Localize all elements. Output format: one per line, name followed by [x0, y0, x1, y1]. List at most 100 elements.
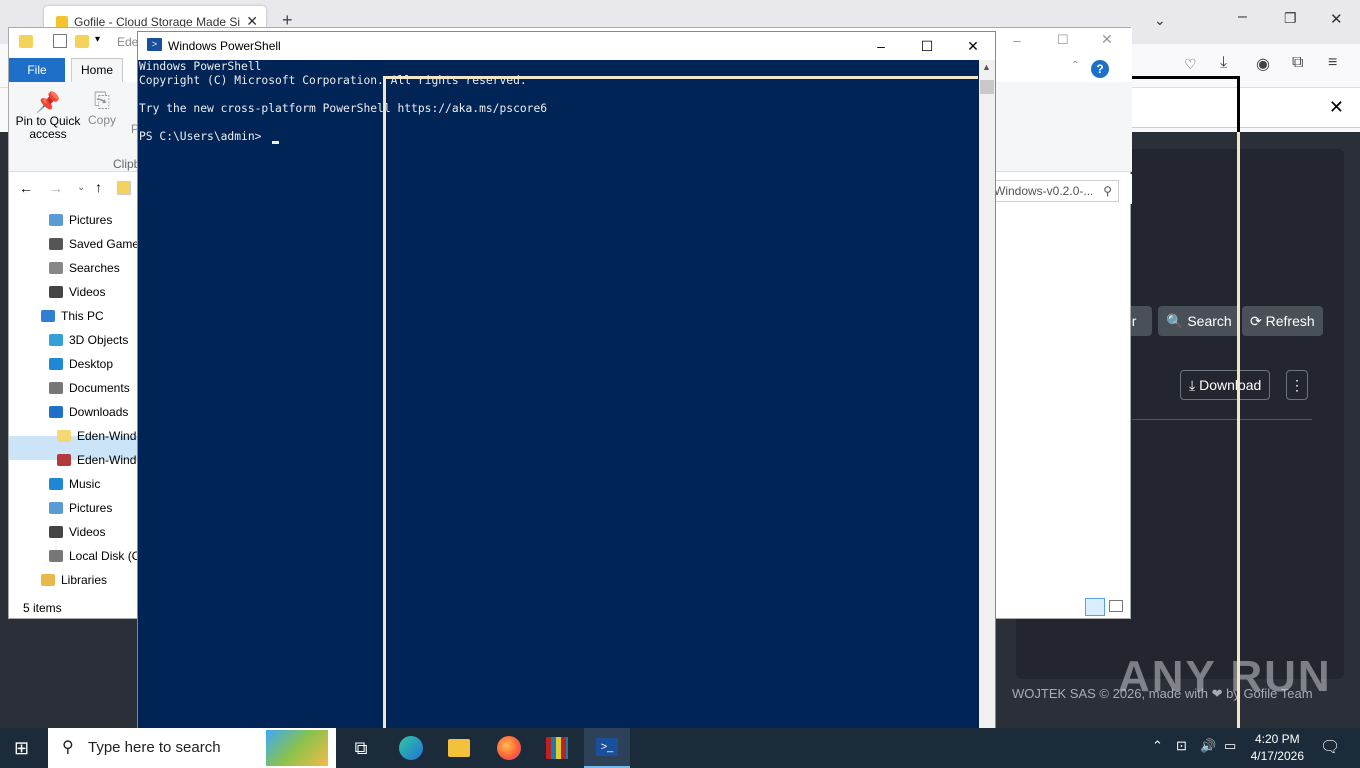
more-options-icon[interactable]: ⋮ [1286, 370, 1308, 400]
details-view-icon[interactable] [1085, 598, 1105, 616]
powershell-titlebar[interactable]: > Windows PowerShell – ☐ ✕ [138, 32, 995, 60]
scroll-thumb[interactable] [980, 80, 994, 94]
windows-start-icon[interactable]: ⊞ [14, 738, 29, 759]
download-button[interactable]: ⤓ Download [1180, 370, 1271, 400]
tree-item[interactable]: Searches [49, 256, 120, 280]
task-view-icon[interactable]: ⧉ [338, 728, 384, 768]
console-scrollbar[interactable]: ▲ ▼ [979, 60, 995, 748]
tree-item[interactable]: Videos [49, 520, 105, 544]
close-browser-icon[interactable]: ✕ [1330, 10, 1343, 28]
tree-item-icon [49, 526, 63, 538]
back-icon[interactable]: ← [19, 180, 33, 196]
tree-item-label: Pictures [69, 213, 113, 227]
tree-item[interactable]: Documents [49, 376, 130, 400]
tree-item[interactable]: Libraries [41, 568, 107, 592]
notifications-icon[interactable]: 🗨 [1320, 737, 1340, 757]
console-cursor [272, 141, 279, 144]
tree-item-label: Videos [69, 285, 106, 299]
copy-icon: ⎘ [94, 90, 110, 112]
tab-file[interactable]: File [9, 58, 65, 82]
tree-item[interactable]: Pictures [49, 496, 112, 520]
scroll-up-icon[interactable]: ▲ [982, 62, 991, 72]
quick-access-dropdown-icon[interactable]: ▾ [95, 34, 100, 45]
restore-icon[interactable]: ❐ [1284, 10, 1297, 27]
tree-item-icon [49, 238, 63, 250]
tray-chevron-icon[interactable]: ⌃ [1152, 738, 1163, 754]
volume-icon[interactable]: 🔊 [1200, 738, 1216, 754]
tree-item[interactable]: 3D Objects [49, 328, 128, 352]
help-icon[interactable]: ? [1091, 60, 1109, 78]
tab-home[interactable]: Home [71, 58, 123, 82]
pocket-icon[interactable]: ♡ [1184, 56, 1197, 73]
minimize-icon[interactable]: – [1238, 8, 1247, 26]
extensions-icon[interactable]: ⧉ [1292, 54, 1303, 72]
tree-item-label: Libraries [61, 573, 108, 587]
tree-item[interactable]: Eden-Windo [57, 424, 139, 448]
navigation-pane: Pictures Saved Games Searches Videos This PC… [9, 208, 139, 604]
menu-icon[interactable]: ≡ [1328, 54, 1337, 72]
highlight-frame-left-beige [383, 76, 386, 768]
tree-item-icon [57, 430, 71, 442]
ribbon-collapse-icon[interactable]: ⌃ [1071, 60, 1079, 71]
explorer-minimize-icon[interactable]: – [1013, 32, 1021, 48]
close-notice-icon[interactable]: ✕ [1329, 97, 1344, 118]
tree-item-icon [49, 334, 63, 346]
search-button[interactable]: 🔍 Search [1158, 306, 1240, 336]
tree-item-label: Pictures [69, 501, 113, 515]
taskbar-search[interactable]: ⚲ Type here to search [48, 728, 336, 768]
forward-icon[interactable]: → [49, 180, 63, 196]
file-explorer-taskbar-icon[interactable] [436, 728, 482, 768]
large-icons-view-icon[interactable] [1109, 600, 1123, 612]
powershell-console[interactable]: Windows PowerShell Copyright (C) Microsof… [138, 60, 979, 748]
new-folder-icon[interactable] [75, 35, 89, 48]
explorer-close-icon[interactable]: ✕ [1101, 31, 1113, 48]
anyrun-watermark: ANY RUN [1118, 652, 1332, 701]
account-icon[interactable]: ◉ [1256, 54, 1270, 74]
recent-dropdown-icon[interactable]: ⌄ [77, 182, 85, 193]
tree-item-label: Music [69, 477, 101, 491]
refresh-button-label: Refresh [1265, 313, 1315, 329]
tree-item[interactable]: This PC [41, 304, 104, 328]
tree-item-label: Saved Games [69, 237, 139, 251]
properties-icon[interactable] [53, 34, 67, 48]
firefox-icon[interactable] [486, 728, 532, 768]
tree-item[interactable]: Videos [49, 280, 105, 304]
tree-item[interactable]: Pictures [49, 208, 112, 232]
tree-item-icon [41, 310, 55, 322]
tree-item[interactable]: Local Disk (C [49, 544, 139, 568]
tree-item-label: Searches [69, 261, 120, 275]
tree-item[interactable]: Desktop [49, 352, 113, 376]
clock[interactable]: 4:20 PM 4/17/2026 [1251, 731, 1304, 765]
address-folder-icon[interactable] [117, 181, 131, 195]
network-icon[interactable]: ⊡ [1176, 738, 1187, 754]
ps-minimize-icon[interactable]: – [858, 32, 904, 60]
search-magnifier-icon: ⚲ [62, 739, 74, 756]
tree-item[interactable]: Downloads [49, 400, 128, 424]
chevron-down-icon[interactable]: ⌄ [1154, 12, 1166, 29]
taskbar-search-placeholder: Type here to search [88, 739, 221, 756]
tree-item[interactable]: Eden-Windo [57, 448, 139, 472]
refresh-button[interactable]: ⟳ Refresh [1242, 306, 1323, 336]
tree-item[interactable]: Music [49, 472, 100, 496]
ps-close-icon[interactable]: ✕ [950, 32, 996, 60]
download-button-label: Download [1199, 377, 1262, 393]
tree-item-label: 3D Objects [69, 333, 129, 347]
tree-item-icon [49, 286, 63, 298]
powershell-taskbar-icon[interactable]: >_ [584, 728, 630, 768]
downloads-icon[interactable]: ⤓ [1220, 54, 1227, 72]
explorer-maximize-icon[interactable]: ☐ [1057, 32, 1069, 48]
explorer-title: Ede [117, 35, 139, 49]
powershell-window: > Windows PowerShell – ☐ ✕ Windows Power… [137, 31, 996, 748]
up-icon[interactable]: ↑ [95, 179, 102, 195]
edge-icon[interactable] [388, 728, 434, 768]
winrar-icon[interactable] [534, 728, 580, 768]
status-bar-text: 5 items [23, 601, 62, 615]
search-box[interactable]: Windows-v0.2.0-... ⚲ [989, 180, 1119, 202]
tree-item[interactable]: Saved Games [49, 232, 139, 256]
highlight-frame-right [1237, 76, 1240, 132]
display-icon[interactable]: ▭ [1224, 738, 1236, 754]
pin-quick-access-button[interactable]: 📌 Pin to Quick access [15, 90, 81, 141]
copy-button[interactable]: ⎘ Copy [87, 90, 117, 127]
pin-icon: 📌 [35, 92, 61, 114]
ps-maximize-icon[interactable]: ☐ [904, 32, 950, 60]
